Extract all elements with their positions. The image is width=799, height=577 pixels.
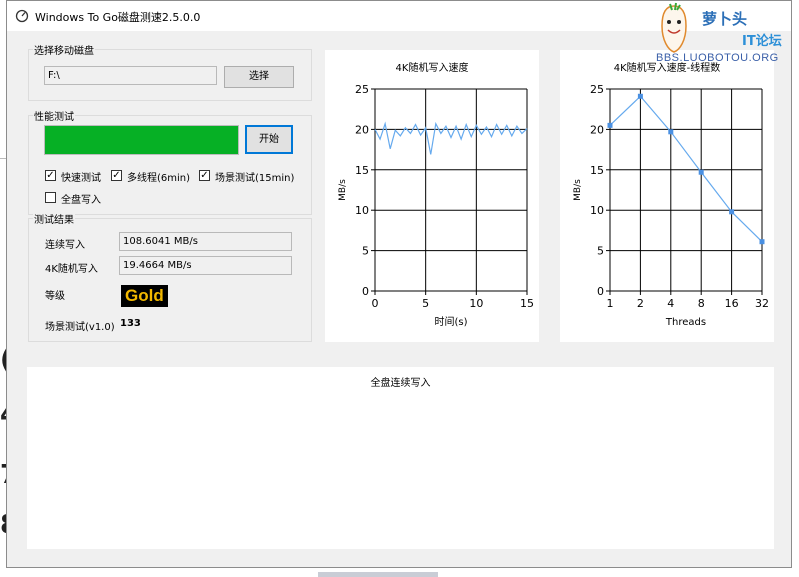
- checkbox-box[interactable]: ✓: [111, 170, 122, 181]
- x-tick-label: 5: [422, 297, 429, 310]
- data-point: [637, 93, 643, 99]
- background-strip: [318, 572, 438, 577]
- chart-title: 全盘连续写入: [370, 378, 431, 389]
- x-tick-label: 15: [520, 297, 534, 310]
- y-tick-label: 15: [355, 164, 369, 177]
- checkbox-box[interactable]: [45, 192, 56, 203]
- start-button[interactable]: 开始: [245, 125, 293, 154]
- results-group-label: 测试结果: [33, 211, 75, 226]
- data-point: [759, 239, 765, 245]
- y-tick-label: 0: [597, 285, 604, 298]
- y-tick-label: 15: [590, 164, 604, 177]
- y-tick-label: 10: [355, 204, 369, 217]
- full-disk-write-chart: 全盘连续写入: [27, 367, 774, 549]
- x-tick-label: 8: [698, 297, 705, 310]
- forum-url: BBS.LUOBOTOU.ORG: [656, 52, 779, 64]
- data-point: [668, 129, 674, 135]
- multithread-label: 多线程(6min): [127, 173, 191, 184]
- forum-watermark: 萝卜头 IT论坛 BBS.LUOBOTOU.ORG: [650, 0, 799, 70]
- scene-score-label: 场景测试(v1.0): [45, 322, 115, 333]
- data-point: [729, 209, 735, 215]
- quick-test-label: 快速测试: [61, 173, 101, 184]
- data-point: [698, 169, 704, 175]
- x-tick-label: 4: [667, 297, 674, 310]
- checkbox-box[interactable]: ✓: [45, 170, 56, 181]
- progress-bar: [44, 125, 239, 155]
- y-tick-label: 5: [362, 245, 369, 258]
- y-axis-label: MB/s: [338, 179, 348, 201]
- x-axis-label: 时间(s): [434, 315, 467, 328]
- rand-write-threads-plot: 0 5 10 15 20 25 1 2 4 8 16 32 Threads MB/s: [573, 83, 769, 328]
- rand-write-time-plot: 0 5 10 15 20 25 0 5 10 15 时间(s) MB/s: [338, 83, 534, 328]
- x-tick-label: 0: [372, 297, 379, 310]
- x-tick-label: 32: [755, 297, 769, 310]
- grade-badge: Gold: [121, 285, 168, 307]
- y-axis-label: MB/s: [573, 179, 583, 201]
- disk-group-label: 选择移动磁盘: [33, 42, 95, 57]
- full-disk-write-label: 全盘写入: [61, 195, 101, 206]
- grade-label: 等级: [45, 291, 65, 302]
- x-tick-label: 10: [469, 297, 483, 310]
- scene-score-value: 133: [120, 318, 141, 329]
- y-tick-label: 25: [590, 83, 604, 96]
- window-title: Windows To Go磁盘测速2.5.0.0: [35, 11, 201, 24]
- y-tick-label: 20: [355, 123, 369, 136]
- seq-write-value: 108.6041 MB/s: [119, 232, 292, 251]
- y-tick-label: 20: [590, 123, 604, 136]
- app-window: Windows To Go磁盘测速2.5.0.0 选择移动磁盘 F:\ 选择 性…: [6, 0, 792, 568]
- rand-write-time-chart: 4K随机写入速度 0 5 10 15 20 25 0 5 10 15 时间(s) MB/s: [325, 50, 539, 342]
- drive-path-field[interactable]: F:\: [44, 66, 217, 85]
- radish-mascot-icon: [661, 2, 687, 53]
- x-tick-label: 16: [725, 297, 739, 310]
- y-tick-label: 0: [362, 285, 369, 298]
- progress-fill: [45, 126, 238, 154]
- x-tick-label: 1: [607, 297, 614, 310]
- y-tick-label: 25: [355, 83, 369, 96]
- seq-write-label: 连续写入: [45, 240, 85, 251]
- y-tick-label: 5: [597, 245, 604, 258]
- rand-write-value: 19.4664 MB/s: [119, 256, 292, 275]
- x-axis-label: Threads: [665, 317, 706, 328]
- speedometer-icon: [15, 9, 29, 23]
- series-line: [609, 95, 763, 243]
- scene-test-label: 场景测试(15min): [215, 173, 295, 184]
- series-line: [374, 121, 528, 155]
- y-tick-label: 10: [590, 204, 604, 217]
- select-disk-button[interactable]: 选择: [224, 66, 294, 88]
- x-tick-label: 2: [637, 297, 644, 310]
- rand-write-label: 4K随机写入: [45, 264, 98, 275]
- checkbox-box[interactable]: ✓: [199, 170, 210, 181]
- brand-name: 萝卜头: [702, 10, 748, 28]
- perf-group-label: 性能测试: [33, 108, 75, 123]
- rand-write-threads-chart: 0 5 10 15 20 25 1 2 4 8 16 32 Threads MB/s 4K随机写入速度-线…: [560, 50, 774, 342]
- brand-sub: IT论坛: [742, 34, 782, 49]
- data-point: [607, 122, 613, 128]
